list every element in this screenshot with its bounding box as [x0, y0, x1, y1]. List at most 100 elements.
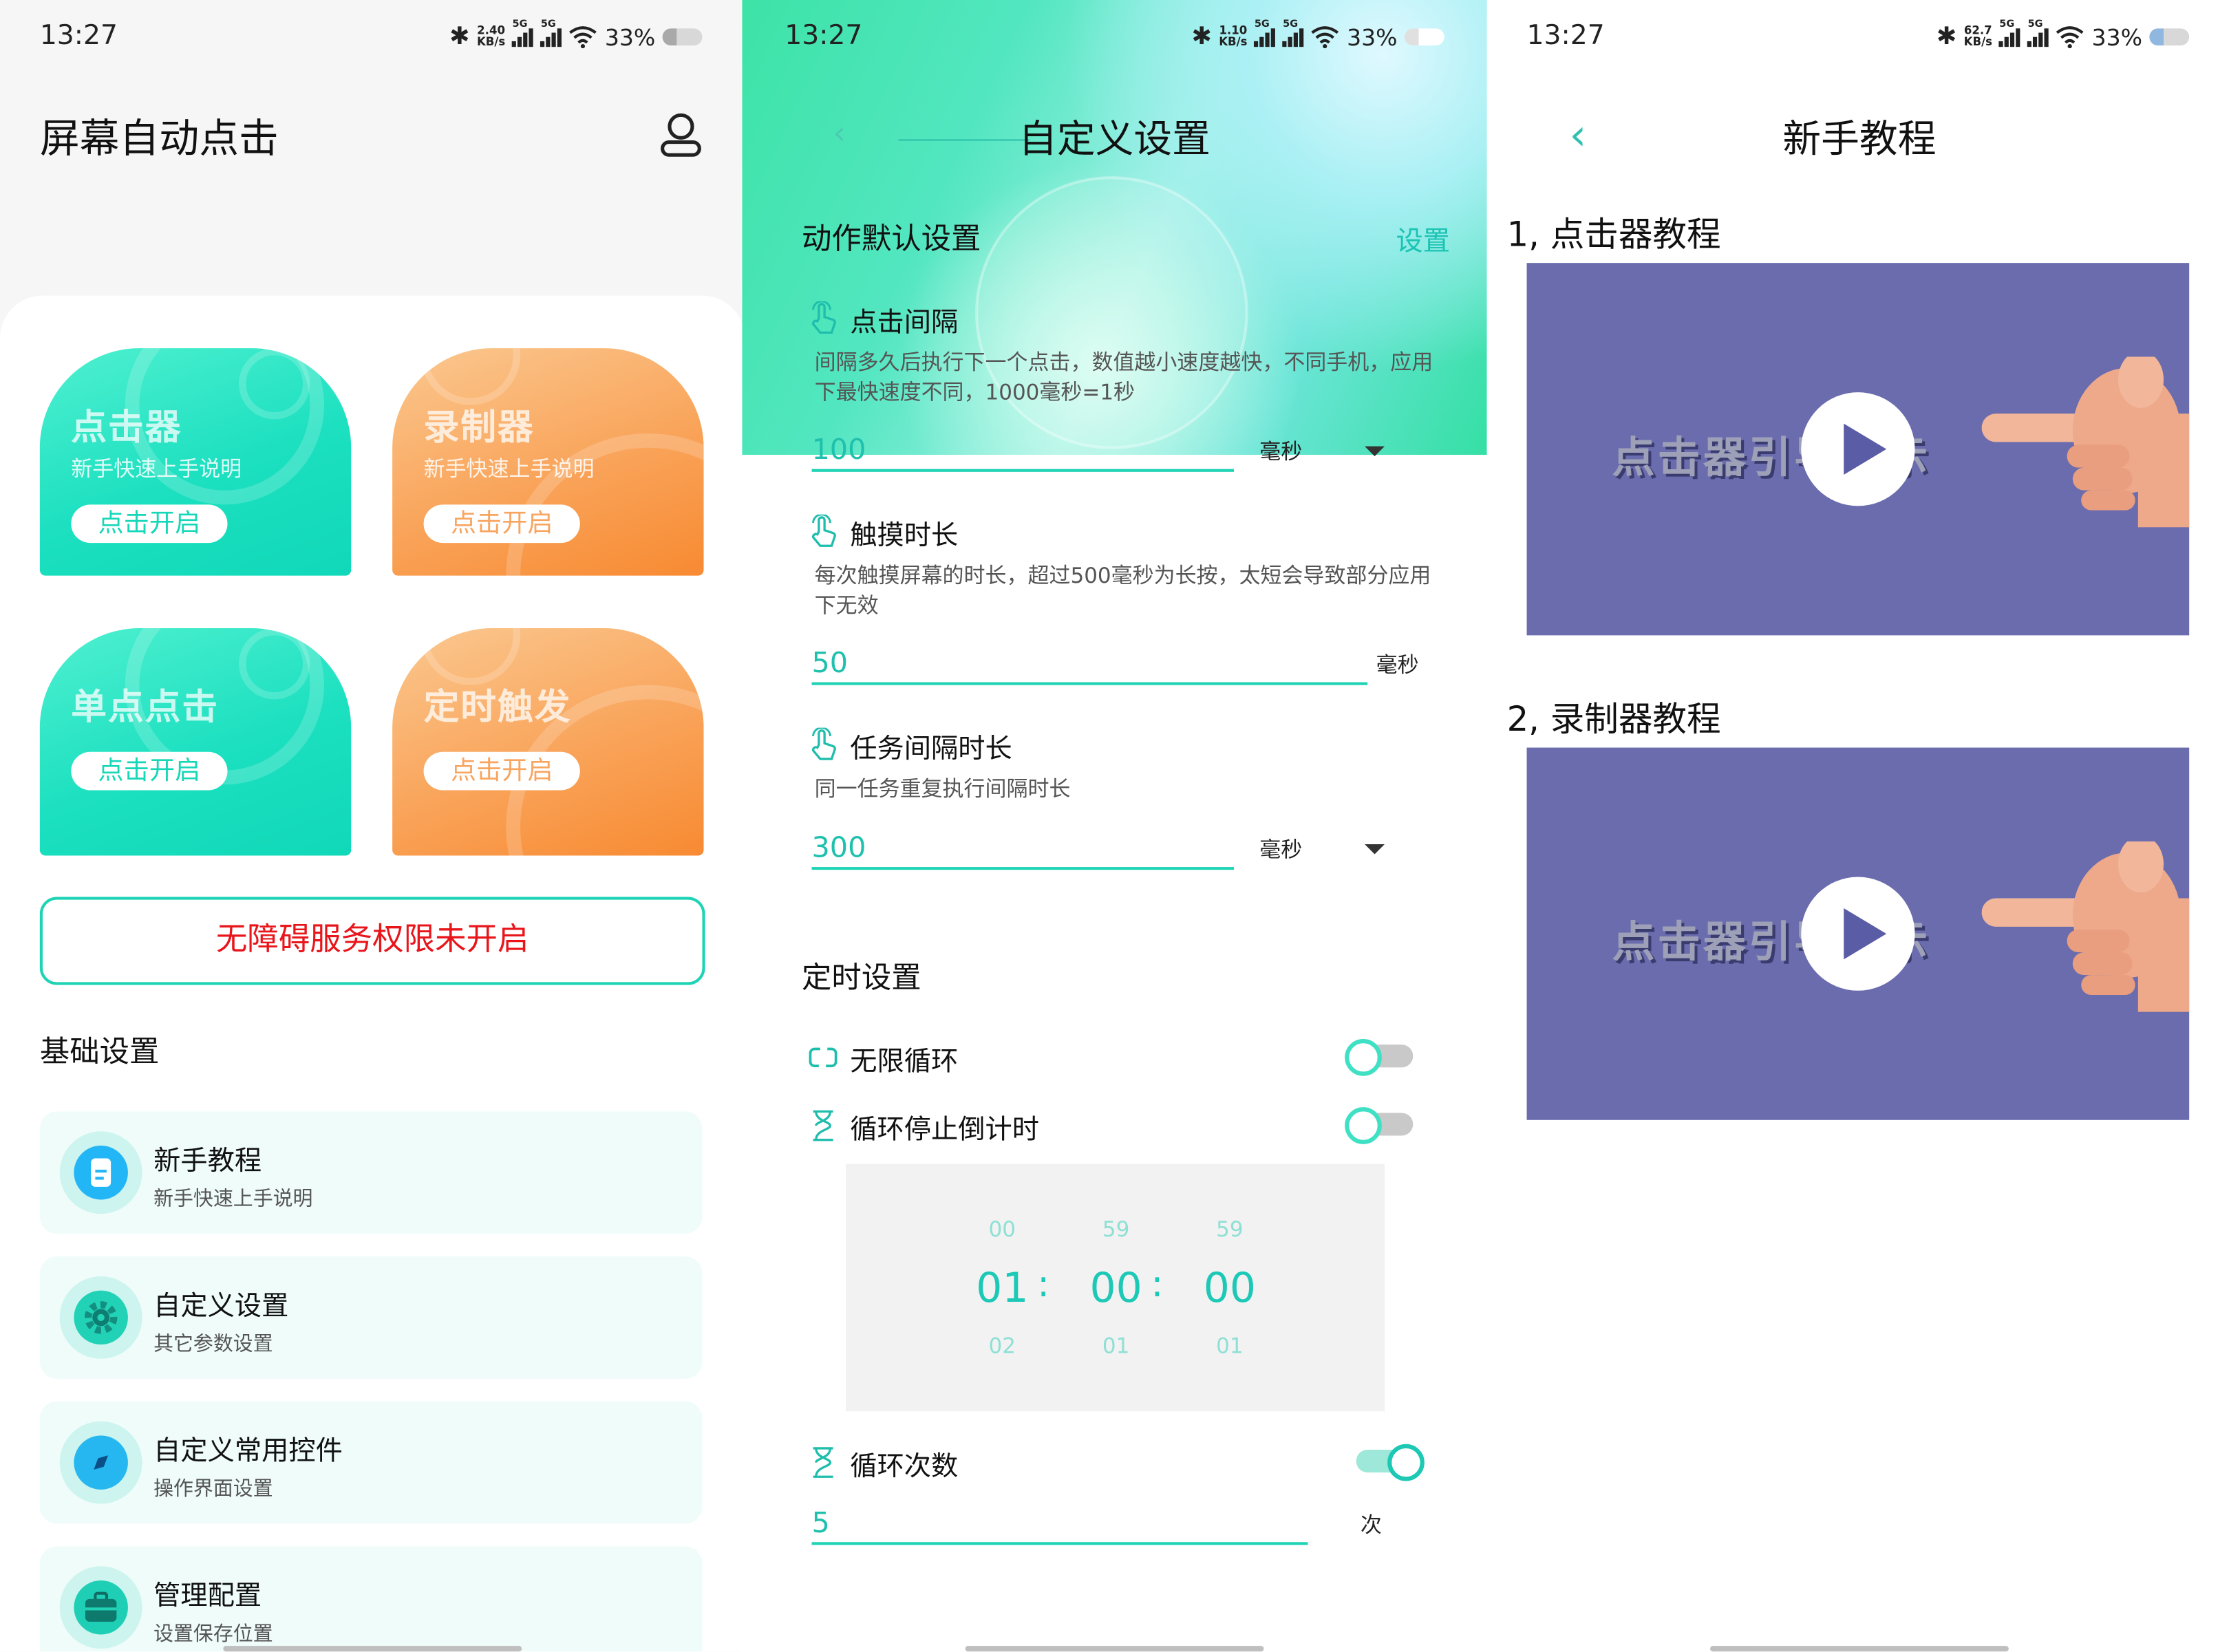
page-title: 新手教程	[1782, 118, 1937, 162]
play-button[interactable]	[1801, 877, 1915, 991]
decorative-circle	[975, 176, 1248, 449]
basic-settings-title: 基础设置	[39, 1034, 160, 1069]
loop-count-unit: 次	[1360, 1512, 1382, 1538]
touch-duration-label: 触摸时长	[850, 520, 959, 552]
unit-dropdown-caret-icon[interactable]	[1365, 446, 1385, 457]
click-interval-label: 点击间隔	[850, 307, 959, 339]
tutorial-heading: 2, 录制器教程	[1506, 699, 1721, 740]
bluetooth-icon: ✱	[449, 23, 470, 52]
wifi-icon	[569, 26, 597, 49]
recorder-start-button[interactable]: 点击开启	[423, 504, 580, 544]
card-title: 录制器	[423, 406, 535, 448]
card-title: 定时触发	[423, 686, 572, 728]
custom-settings-screen: 13:27 ✱ 1.10 KB/s 5G 5G 33% ‹ 自定义设置 动作默认设…	[742, 0, 1487, 1652]
status-time: 13:27	[785, 19, 863, 52]
user-icon[interactable]	[657, 111, 705, 159]
list-item-manage-config[interactable]: 管理配置 设置保存位置	[39, 1546, 703, 1652]
battery-percent: 33%	[1347, 23, 1398, 51]
touch-duration-input[interactable]: 50	[811, 645, 1368, 685]
picker-separator: :	[1151, 1263, 1164, 1307]
clicker-start-button[interactable]: 点击开启	[71, 504, 228, 544]
picker-minute-above: 59	[1102, 1216, 1130, 1243]
loop-count-input[interactable]: 5	[811, 1505, 1308, 1545]
task-interval-input[interactable]: 300	[811, 830, 1235, 870]
home-screen: 13:27 ✱ 2.40 KB/s 5G 5G 33% 屏幕自动点击 点击器 新手…	[0, 0, 745, 1652]
briefcase-icon	[59, 1566, 142, 1649]
battery-icon	[2149, 28, 2190, 46]
card-title: 单点点击	[71, 686, 220, 728]
section-title-timer: 定时设置	[802, 961, 921, 995]
card-subtitle: 新手快速上手说明	[423, 456, 595, 482]
picker-hour-below: 02	[988, 1333, 1016, 1359]
timer-trigger-card[interactable]: 定时触发 点击开启	[392, 628, 704, 856]
clicker-card[interactable]: 点击器 新手快速上手说明 点击开启	[39, 348, 352, 576]
click-interval-desc: 间隔多久后执行下一个点击，数值越小速度越快，不同手机，应用下最快速度不同，100…	[814, 350, 1433, 405]
picker-second-below: 01	[1216, 1333, 1244, 1359]
loop-icon	[809, 1047, 838, 1068]
signal-icon: 5G	[1283, 19, 1305, 47]
document-icon	[59, 1131, 142, 1214]
picker-second-selected[interactable]: 00	[1187, 1263, 1272, 1311]
touch-duration-desc: 每次触摸屏幕的时长，超过500毫秒为长按，太短会导致部分应用下无效	[814, 563, 1431, 619]
pointing-hand-icon	[1981, 356, 2190, 528]
home-indicator	[965, 1646, 1264, 1652]
home-indicator	[223, 1646, 522, 1652]
battery-icon	[662, 28, 703, 46]
list-item-desc: 新手快速上手说明	[153, 1188, 313, 1211]
touch-duration-unit: 毫秒	[1376, 652, 1419, 678]
task-interval-label: 任务间隔时长	[850, 733, 1012, 765]
unit-dropdown-caret-icon[interactable]	[1365, 844, 1385, 855]
tutorial-screen: 13:27 ✱ 62.7 KB/s 5G 5G 33% ‹ 新手教程 1, 点击器…	[1486, 0, 2229, 1652]
click-interval-input[interactable]: 100	[811, 432, 1235, 472]
battery-icon	[1404, 28, 1444, 46]
signal-icon: 5G	[540, 19, 562, 47]
status-time: 13:27	[39, 19, 118, 52]
countdown-time-picker[interactable]: 00 59 59 01 : 00 : 00 02 01 01	[846, 1163, 1385, 1412]
status-bar-icons: ✱ 1.10 KB/s 5G 5G 33%	[1191, 19, 1444, 51]
list-item-custom-controls[interactable]: 自定义常用控件 操作界面设置	[39, 1401, 703, 1524]
tutorial-video-recorder[interactable]: 点击器引导指示	[1526, 747, 2190, 1120]
loop-count-label: 循环次数	[850, 1451, 959, 1483]
picker-minute-below: 01	[1102, 1333, 1130, 1359]
infinite-loop-toggle[interactable]	[1345, 1039, 1418, 1076]
app-title: 屏幕自动点击	[39, 115, 279, 162]
wifi-icon	[2056, 26, 2084, 49]
signal-icon: 5G	[512, 19, 534, 47]
loop-countdown-label: 循环停止倒计时	[850, 1114, 1040, 1146]
signal-icon: 5G	[1254, 19, 1276, 47]
network-speed: 62.7 KB/s	[1963, 24, 1992, 49]
network-speed: 2.40 KB/s	[476, 24, 506, 49]
hourglass-icon	[813, 1110, 833, 1141]
single-click-card[interactable]: 单点点击 点击开启	[39, 628, 352, 856]
click-interval-unit: 毫秒	[1259, 439, 1303, 465]
list-item-tutorial[interactable]: 新手教程 新手快速上手说明	[39, 1111, 703, 1234]
home-indicator	[1710, 1646, 2009, 1652]
task-interval-unit: 毫秒	[1259, 837, 1303, 863]
timer-trigger-start-button[interactable]: 点击开启	[423, 751, 580, 791]
tutorial-video-clicker[interactable]: 点击器引导指示	[1526, 263, 2190, 636]
battery-percent: 33%	[2091, 23, 2143, 51]
single-click-start-button[interactable]: 点击开启	[71, 751, 228, 791]
section-title-actions: 动作默认设置	[802, 222, 981, 256]
pointing-hand-icon	[1981, 841, 2190, 1012]
network-speed: 1.10 KB/s	[1219, 24, 1248, 49]
picker-separator: :	[1037, 1263, 1050, 1307]
settings-link[interactable]: 设置	[1396, 220, 1450, 259]
accessibility-permission-button[interactable]: 无障碍服务权限未开启	[39, 897, 705, 985]
battery-percent: 33%	[604, 23, 656, 51]
list-item-title: 自定义常用控件	[153, 1435, 343, 1467]
list-item-custom-settings[interactable]: 自定义设置 其它参数设置	[39, 1256, 703, 1379]
infinite-loop-label: 无限循环	[850, 1046, 959, 1077]
list-item-title: 自定义设置	[153, 1290, 289, 1322]
recorder-card[interactable]: 录制器 新手快速上手说明 点击开启	[392, 348, 704, 576]
hourglass-icon	[813, 1447, 833, 1478]
list-item-desc: 其它参数设置	[153, 1333, 273, 1356]
compass-icon	[59, 1421, 142, 1504]
signal-icon: 5G	[2027, 19, 2049, 47]
tap-hand-icon	[811, 514, 836, 547]
play-button[interactable]	[1801, 392, 1915, 506]
loop-count-toggle[interactable]	[1350, 1444, 1425, 1481]
status-time: 13:27	[1526, 19, 1605, 52]
loop-countdown-toggle[interactable]	[1345, 1107, 1418, 1144]
list-item-title: 新手教程	[153, 1145, 262, 1177]
